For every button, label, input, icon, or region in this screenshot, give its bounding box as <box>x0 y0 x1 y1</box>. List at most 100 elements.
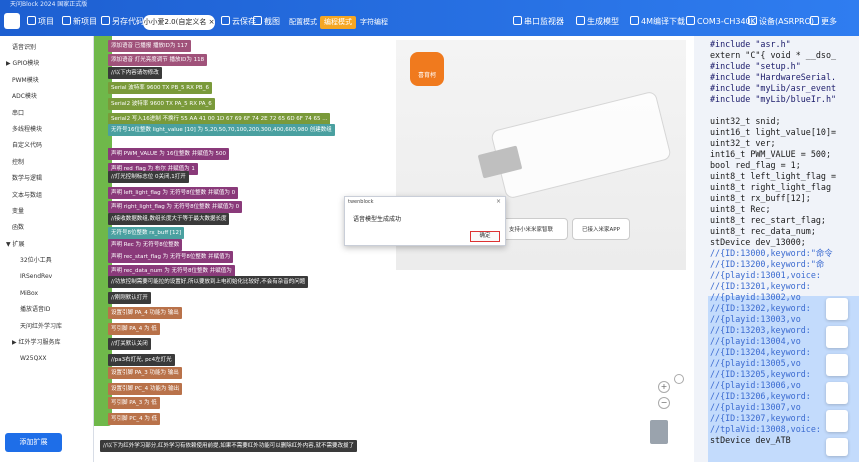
code-block[interactable]: 声明 left_light_flag 为 无符号8位整数 并赋值为 0 <box>108 187 239 199</box>
block-workspace[interactable]: 喜育柯 支持小米米家智联 已接入米家APP 添加语音 已播报 播放ID为 117… <box>94 36 694 462</box>
cloud-icon <box>221 16 230 25</box>
code-block[interactable]: 添加语音 灯光亮度调节 播放ID为 118 <box>108 54 208 66</box>
gallery-icon[interactable] <box>826 326 848 348</box>
comment-block[interactable]: //接收数据数组,数组长度大于等于最大数据长度 <box>108 213 230 225</box>
more-button[interactable]: 更多 <box>810 14 837 30</box>
comment-block[interactable]: //灯光控制标志位 0关闭,1打开 <box>108 171 189 183</box>
new-project-label: 新项目 <box>73 17 97 26</box>
zoom-out-icon[interactable]: − <box>658 397 670 409</box>
comment-block[interactable]: //以下内容请勿修改 <box>108 67 162 79</box>
category-item[interactable]: 天问红外学习库 <box>0 319 93 335</box>
dialog-ok-button[interactable]: 确定 <box>470 231 500 242</box>
code-block[interactable]: 设置引脚 PC_4 功能为 输出 <box>108 383 183 395</box>
category-label: 扩展 <box>12 240 25 248</box>
generate-model-button[interactable]: 生成模型 <box>576 14 619 30</box>
screenshot-button[interactable]: 截图 <box>253 14 280 30</box>
brand-name: 喜育柯 <box>417 72 436 79</box>
add-extension-button[interactable]: 添加扩展 <box>5 433 62 452</box>
category-item[interactable]: ▶ 红外学习服务库 <box>0 335 93 351</box>
expand-arrow-icon: ▶ <box>6 60 11 68</box>
collapse-arrow-icon: ▼ <box>6 240 11 248</box>
comment-block[interactable]: //pa3右灯光, pc4左灯光 <box>108 354 175 366</box>
category-item[interactable]: ADC模块 <box>0 89 93 105</box>
share-icon[interactable] <box>826 354 848 376</box>
menu-project-button[interactable]: 项目 <box>27 14 54 30</box>
code-block[interactable]: 写引脚 PC_4 为 低 <box>108 413 161 425</box>
comment-block[interactable]: //功放控制需要可能拉的设置好,所以要放到上电初始化比较好,不会有杂音的问题 <box>108 276 309 288</box>
category-item[interactable]: 数学与逻辑 <box>0 171 93 187</box>
char-mode-button[interactable]: 字符编程 <box>356 16 392 29</box>
code-line: stDevice dev_13000; <box>710 237 806 247</box>
comment-block[interactable]: //灯关默认关闭 <box>108 338 151 350</box>
dialog-title: twenblock <box>348 199 374 205</box>
code-block[interactable]: 设置引脚 PA_4 功能为 输出 <box>108 307 182 319</box>
category-item[interactable]: ▶ GPIO模块 <box>0 56 93 72</box>
code-line: //{ID:13200,keyword:"命 <box>710 259 825 269</box>
code-block[interactable]: 声明 Rec 为 无符号8位整数 <box>108 239 183 251</box>
gear-icon <box>748 16 757 25</box>
serial-monitor-button[interactable]: 串口监视器 <box>513 14 564 30</box>
device-select[interactable]: 设备(ASRPRO) <box>748 14 814 30</box>
code-block[interactable]: Serial 波特率 9600 TX PB_5 RX PB_6 <box>108 82 212 94</box>
image-tool-icon[interactable] <box>826 298 848 320</box>
code-block[interactable]: 设置引脚 PA_3 功能为 输出 <box>108 367 182 379</box>
code-line: //{playid:13006,vo <box>710 380 801 390</box>
category-item[interactable]: 语音识别 <box>0 40 93 56</box>
trash-icon[interactable] <box>650 420 668 444</box>
com-port-select[interactable]: COM3-CH340K <box>686 14 756 30</box>
dialog-message: 语音模型生成成功 <box>353 216 402 223</box>
screenshot-label: 截图 <box>264 17 280 26</box>
recenter-icon[interactable] <box>674 374 684 384</box>
notes-icon[interactable] <box>826 382 848 404</box>
category-item[interactable]: W25QXX <box>0 351 93 367</box>
compile-download-label: 4M编译下载 <box>641 17 685 26</box>
code-line: uint8_t left_light_flag = <box>710 171 837 181</box>
config-mode-button[interactable]: 配置模式 <box>285 16 321 29</box>
save-code-button[interactable]: 另存代码 <box>101 14 144 30</box>
code-block[interactable]: 声明 PWM_VALUE 为 16位整数 并赋值为 500 <box>108 148 229 160</box>
category-item[interactable]: ▼ 扩展 <box>0 237 93 253</box>
code-line: //tplaVid:13008,voice: <box>710 424 821 434</box>
category-item[interactable]: MiBox <box>0 286 93 302</box>
comment-block[interactable]: //刚刚默认打开 <box>108 292 151 304</box>
dialog-close-icon[interactable]: × <box>496 198 501 205</box>
compile-download-button[interactable]: 4M编译下载 <box>630 14 685 30</box>
code-block[interactable]: Serial2 波特率 9600 TX PA_5 RX PA_6 <box>108 98 215 110</box>
category-item[interactable]: 函数 <box>0 220 93 236</box>
category-item[interactable]: PWM模块 <box>0 73 93 89</box>
category-item[interactable]: 自定义代码 <box>0 138 93 154</box>
code-block[interactable]: 写引脚 PA_4 为 低 <box>108 323 160 335</box>
category-item[interactable]: 播放语音ID <box>0 302 93 318</box>
code-block[interactable]: 无符号16位整数 light_value [10] 为 5,20,50,70,1… <box>108 124 335 136</box>
category-item[interactable]: 控制 <box>0 155 93 171</box>
category-item[interactable]: 32位小工具 <box>0 253 93 269</box>
new-project-button[interactable]: 新项目 <box>62 14 97 30</box>
category-item[interactable]: 文本与数组 <box>0 188 93 204</box>
code-block[interactable]: 写引脚 PA_3 为 低 <box>108 397 160 409</box>
download-icon <box>630 16 639 25</box>
code-line: uint32_t ver; <box>710 138 776 148</box>
code-line: //{playid:13003,vo <box>710 314 801 324</box>
code-block[interactable]: 添加语音 已播报 播放ID为 117 <box>108 40 191 52</box>
code-block[interactable]: 无符号8位整数 rx_buff [12] <box>108 227 185 239</box>
category-item[interactable]: IRSendRev <box>0 269 93 285</box>
category-item[interactable]: 多线程模块 <box>0 122 93 138</box>
magic-icon <box>576 16 585 25</box>
block-category-sidebar: 语音识别 ▶ GPIO模块 PWM模块 ADC模块 串口 多线程模块 自定义代码… <box>0 36 94 462</box>
zoom-in-icon[interactable]: + <box>658 381 670 393</box>
code-line: //{ID:13000,keyword:"命令 <box>710 248 833 258</box>
brand-logo-icon <box>410 52 444 86</box>
chat-icon[interactable] <box>826 438 848 456</box>
code-line: //{ID:13203,keyword: <box>710 325 811 335</box>
edit-icon[interactable] <box>826 410 848 432</box>
code-block[interactable]: 声明 right_light_flag 为 无符号8位整数 并赋值为 0 <box>108 201 243 213</box>
code-mode-button[interactable]: 编程模式 <box>320 16 356 29</box>
tab-close-icon[interactable]: × <box>209 18 215 26</box>
cloud-save-button[interactable]: 云保存 <box>221 14 256 30</box>
comment-block[interactable]: //以下为红外学习部分,红外学习有依赖使用前提,如果不需要红外功能可以删除红外内… <box>100 440 357 452</box>
code-line: //{ID:13205,keyword: <box>710 369 811 379</box>
category-item[interactable]: 串口 <box>0 106 93 122</box>
category-item[interactable]: 变量 <box>0 204 93 220</box>
project-tab[interactable]: 小小爱2.0(自定义名 × <box>143 15 215 30</box>
code-block[interactable]: 声明 rec_start_flag 为 无符号8位整数 并赋值为 <box>108 251 234 263</box>
